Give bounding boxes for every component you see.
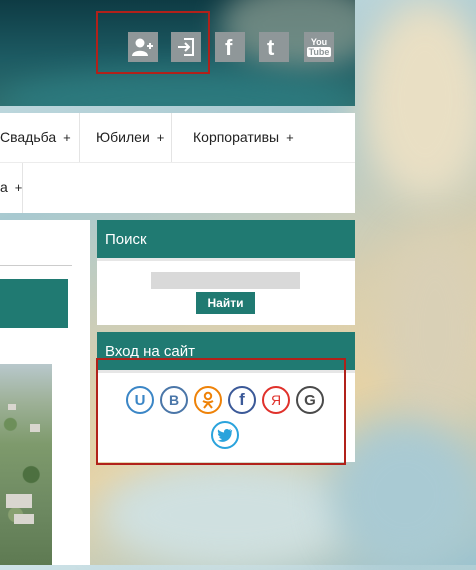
svg-text:f: f (225, 36, 233, 58)
background-cloud (100, 460, 360, 570)
search-widget-title: Поиск (97, 220, 355, 261)
nav-item-label: Свадьба (0, 129, 57, 145)
divider (0, 265, 72, 266)
content-header-bar (0, 279, 68, 328)
main-content-panel (0, 220, 90, 565)
youtube-icon[interactable]: You Tube (304, 32, 334, 62)
header-icons-highlight-frame (96, 11, 210, 74)
search-input[interactable] (151, 272, 300, 289)
expand-plus-icon[interactable]: + (63, 130, 71, 145)
nav-item-label: Юбилеи (96, 129, 150, 145)
aerial-city-image (0, 364, 52, 565)
nav-item-label: а (0, 179, 8, 195)
expand-plus-icon[interactable]: + (286, 130, 294, 145)
facebook-icon[interactable]: f (215, 32, 245, 62)
expand-plus-icon[interactable]: + (157, 130, 165, 145)
nav-item-svadba[interactable]: Свадьба + (0, 113, 71, 161)
nav-item-label: Корпоративы (193, 129, 280, 145)
nav-item-yubilei[interactable]: Юбилеи + (96, 113, 164, 161)
search-button[interactable]: Найти (196, 292, 255, 314)
nav-item-partial[interactable]: а + (0, 163, 22, 211)
background-cloud (380, 230, 476, 430)
site-header: f t You Tube (0, 0, 355, 106)
twitter-icon[interactable]: t (259, 32, 289, 62)
search-widget: Поиск Найти (97, 220, 355, 325)
svg-text:t: t (267, 36, 275, 58)
main-navigation: Свадьба + Юбилеи + Корпоративы + а + (0, 113, 355, 213)
background-cloud (360, 0, 476, 200)
nav-item-korporativy[interactable]: Корпоративы + (193, 113, 294, 161)
youtube-text-top: You (310, 37, 328, 47)
youtube-text-bottom: Tube (306, 47, 332, 57)
social-login-highlight-frame (96, 358, 346, 465)
